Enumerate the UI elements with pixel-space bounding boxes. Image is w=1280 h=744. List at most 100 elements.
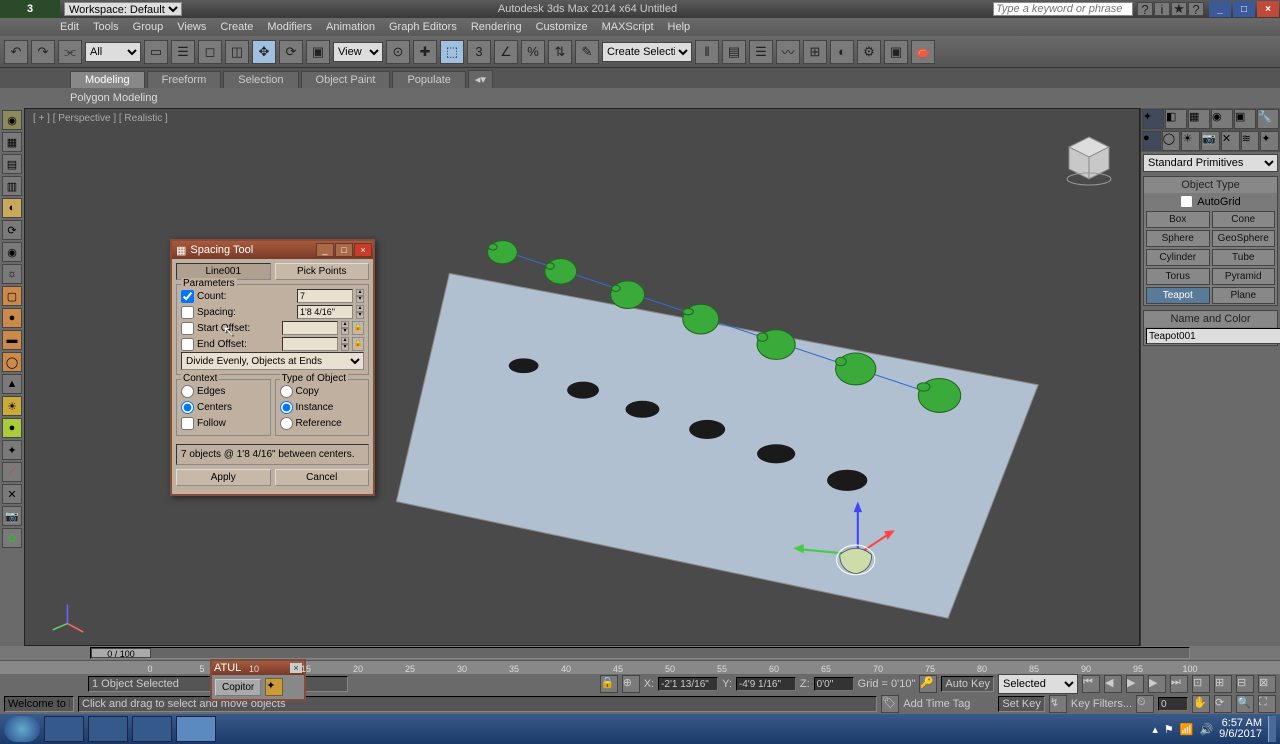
clock[interactable]: 6:57 AM 9/6/2017 [1219, 718, 1262, 740]
motion-tab-icon[interactable]: ◉ [1211, 109, 1233, 129]
viewport[interactable]: [ + ] [ Perspective ] [ Realistic ] [24, 108, 1140, 646]
cancel-button[interactable]: Cancel [275, 469, 370, 486]
rotate-icon[interactable]: ⟳ [279, 40, 303, 64]
geometry-icon[interactable]: ● [1142, 131, 1161, 151]
goto-end-icon[interactable]: ⏭ [1170, 675, 1188, 693]
count-input[interactable] [297, 289, 353, 303]
render-setup-icon[interactable]: ⚙ [857, 40, 881, 64]
objtype-header[interactable]: Object Type [1144, 177, 1277, 193]
curve-editor-icon[interactable]: 〰 [776, 40, 800, 64]
window-cross-icon[interactable]: ◫ [225, 40, 249, 64]
close-button[interactable]: × [1257, 1, 1279, 17]
box-button[interactable]: Box [1146, 211, 1210, 228]
spacing-mode-select[interactable]: Divide Evenly, Objects at Ends [181, 352, 364, 370]
spacing-checkbox[interactable] [181, 306, 194, 319]
addtag-label[interactable]: Add Time Tag [903, 698, 970, 710]
pyramid-button[interactable]: Pyramid [1212, 268, 1276, 285]
time-thumb[interactable]: 0 / 100 [91, 648, 151, 658]
link-icon[interactable]: ⫘ [58, 40, 82, 64]
maximize-button[interactable]: □ [1233, 1, 1255, 17]
start-input[interactable] [282, 321, 338, 335]
end-down[interactable]: ▾ [341, 344, 349, 351]
cameras-icon[interactable]: 📷 [1201, 131, 1220, 151]
shapes-icon[interactable]: ◯ [1162, 131, 1181, 151]
lt-5-icon[interactable]: ◐ [2, 198, 22, 218]
utilities-tab-icon[interactable]: 🔧 [1257, 109, 1279, 129]
lt-box-icon[interactable]: ▢ [2, 286, 22, 306]
info-icon[interactable]: i [1154, 2, 1170, 16]
setkey-button[interactable]: Set Key [998, 696, 1045, 712]
end-lock-icon[interactable]: 🔒 [352, 337, 364, 351]
tray-flag-icon[interactable]: ⚑ [1164, 723, 1174, 736]
lt-bone-icon[interactable]: ⟋ [2, 462, 22, 482]
help-icon[interactable]: ? [1137, 2, 1153, 16]
autogrid-checkbox[interactable] [1180, 195, 1193, 208]
teapot-button[interactable]: Teapot [1146, 287, 1210, 304]
help2-icon[interactable]: ? [1188, 2, 1204, 16]
snap3-icon[interactable]: 3 [467, 40, 491, 64]
lt-camera-icon[interactable]: 📷 [2, 506, 22, 526]
instance-radio[interactable] [280, 401, 293, 414]
angle-snap-icon[interactable]: ∠ [494, 40, 518, 64]
end-checkbox[interactable] [181, 338, 194, 351]
named-sel-icon[interactable]: ✎ [575, 40, 599, 64]
manip-icon[interactable]: ✚ [413, 40, 437, 64]
tray-net-icon[interactable]: 📶 [1180, 723, 1194, 736]
dialog-min-button[interactable]: _ [316, 243, 334, 257]
plane-button[interactable]: Plane [1212, 287, 1276, 304]
copitor-button[interactable]: Copitor [215, 679, 261, 696]
lt-sphere2-icon[interactable]: ● [2, 418, 22, 438]
menu-rendering[interactable]: Rendering [471, 21, 522, 33]
geosphere-button[interactable]: GeoSphere [1212, 230, 1276, 247]
nav2-icon[interactable]: ⊞ [1214, 675, 1232, 693]
torus-button[interactable]: Torus [1146, 268, 1210, 285]
lt-sphere-icon[interactable]: ● [2, 308, 22, 328]
menu-modifiers[interactable]: Modifiers [267, 21, 312, 33]
create-tab-icon[interactable]: ✦ [1142, 109, 1164, 129]
percent-snap-icon[interactable]: % [521, 40, 545, 64]
minimize-button[interactable]: _ [1209, 1, 1231, 17]
scale-icon[interactable]: ▣ [306, 40, 330, 64]
spacing-input[interactable] [297, 305, 353, 319]
tube-button[interactable]: Tube [1212, 249, 1276, 266]
workspace-selector[interactable]: Workspace: Default [64, 2, 182, 16]
undo-icon[interactable]: ↶ [4, 40, 28, 64]
primitive-category[interactable]: Standard Primitives [1143, 154, 1278, 172]
viewcube[interactable] [1059, 129, 1119, 189]
modify-tab-icon[interactable]: ◧ [1165, 109, 1187, 129]
ribbon-expand-icon[interactable]: ◂▾ [468, 70, 493, 88]
sphere-button[interactable]: Sphere [1146, 230, 1210, 247]
hierarchy-tab-icon[interactable]: ▦ [1188, 109, 1210, 129]
frame-input[interactable] [1158, 697, 1188, 711]
lt-cone-icon[interactable]: ▲ [2, 374, 22, 394]
start-checkbox[interactable] [181, 322, 194, 335]
start-up[interactable]: ▴ [341, 321, 349, 328]
material-icon[interactable]: ◐ [830, 40, 854, 64]
time-ruler[interactable]: 0510 152025 303540 455055 606570 758085 … [0, 660, 1280, 674]
move-icon[interactable]: ✥ [252, 40, 276, 64]
cone-button[interactable]: Cone [1212, 211, 1276, 228]
count-up[interactable]: ▴ [356, 289, 364, 296]
menu-create[interactable]: Create [220, 21, 253, 33]
lt-1-icon[interactable]: ◉ [2, 110, 22, 130]
tab-populate[interactable]: Populate [392, 71, 465, 88]
orbit-icon[interactable]: ⟳ [1214, 695, 1232, 713]
lt-light-icon[interactable]: ☀ [2, 396, 22, 416]
layers-icon[interactable]: ☰ [749, 40, 773, 64]
star-icon[interactable]: ★ [1171, 2, 1187, 16]
lights-icon[interactable]: ☀ [1181, 131, 1200, 151]
menu-help[interactable]: Help [668, 21, 691, 33]
tray-up-icon[interactable]: ▴ [1152, 723, 1158, 736]
lt-2-icon[interactable]: ▦ [2, 132, 22, 152]
lt-7-icon[interactable]: ◉ [2, 242, 22, 262]
namecolor-header[interactable]: Name and Color [1144, 311, 1277, 327]
render-icon[interactable]: 🫖 [911, 40, 935, 64]
menu-group[interactable]: Group [133, 21, 164, 33]
align-icon[interactable]: ▤ [722, 40, 746, 64]
nav1-icon[interactable]: ⊡ [1192, 675, 1210, 693]
menu-maxscript[interactable]: MAXScript [602, 21, 654, 33]
end-input[interactable] [282, 337, 338, 351]
count-down[interactable]: ▾ [356, 296, 364, 303]
lt-cyl-icon[interactable]: ▬ [2, 330, 22, 350]
dialog-close-button[interactable]: × [354, 243, 372, 257]
